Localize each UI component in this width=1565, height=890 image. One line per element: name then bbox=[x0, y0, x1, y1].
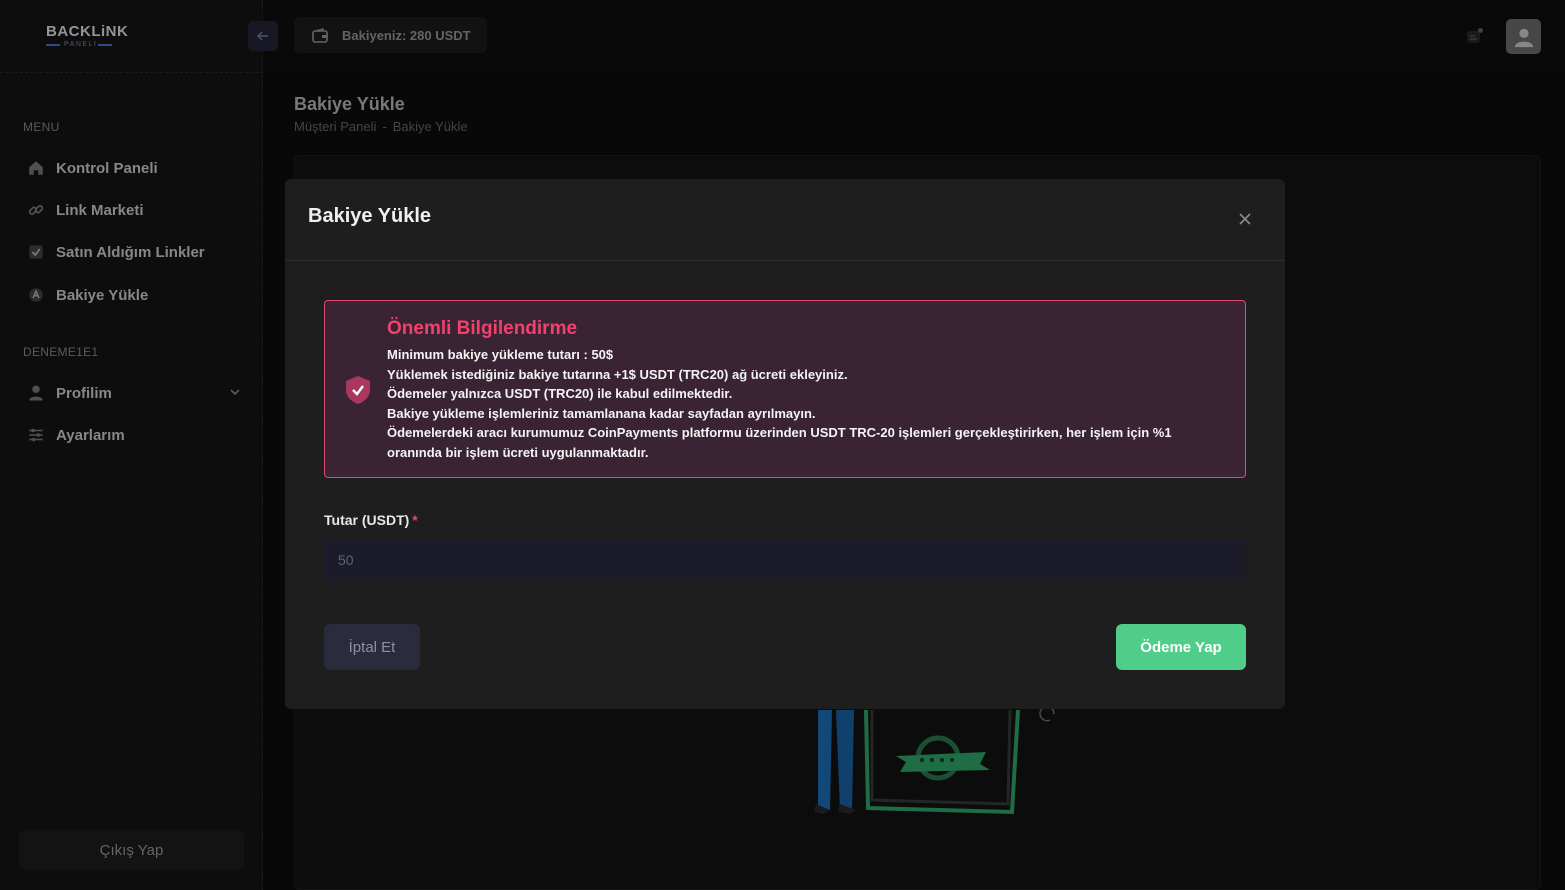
notice-line: Ödemeler yalnızca USDT (TRC20) ile kabul… bbox=[387, 386, 733, 402]
amount-input[interactable] bbox=[324, 539, 1246, 581]
modal-title: Bakiye Yükle bbox=[308, 205, 432, 227]
notice-line: oranında bir işlem ücreti uygulanmaktadı… bbox=[387, 444, 649, 460]
notice-line: Minimum bakiye yükleme tutarı : 50$ bbox=[387, 347, 614, 362]
notice-line: Bakiye yükleme işlemleriniz tamamlanana … bbox=[387, 405, 816, 421]
amount-label-text: Tutar (USDT) bbox=[324, 512, 410, 528]
notice-line: Yüklemek istediğiniz bakiye tutarına +1$… bbox=[387, 366, 848, 382]
required-marker: * bbox=[412, 512, 418, 528]
close-icon[interactable] bbox=[1235, 209, 1255, 229]
pay-button[interactable]: Ödeme Yap bbox=[1116, 624, 1246, 670]
modal-header: Bakiye Yükle bbox=[285, 179, 1285, 261]
important-notice: Önemli Bilgilendirme Minimum bakiye yükl… bbox=[324, 300, 1246, 478]
notice-lines: Minimum bakiye yükleme tutarı : 50$ Yükl… bbox=[387, 345, 1227, 463]
load-balance-modal: Bakiye Yükle Önemli Bilgilendirme Minimu… bbox=[285, 179, 1285, 709]
amount-label: Tutar (USDT) * bbox=[324, 512, 418, 528]
cancel-button[interactable]: İptal Et bbox=[324, 624, 420, 670]
notice-line: Ödemelerdeki aracı kurumumuz CoinPayment… bbox=[387, 425, 1172, 441]
notice-title: Önemli Bilgilendirme bbox=[387, 318, 578, 339]
shield-check-icon bbox=[346, 376, 370, 404]
